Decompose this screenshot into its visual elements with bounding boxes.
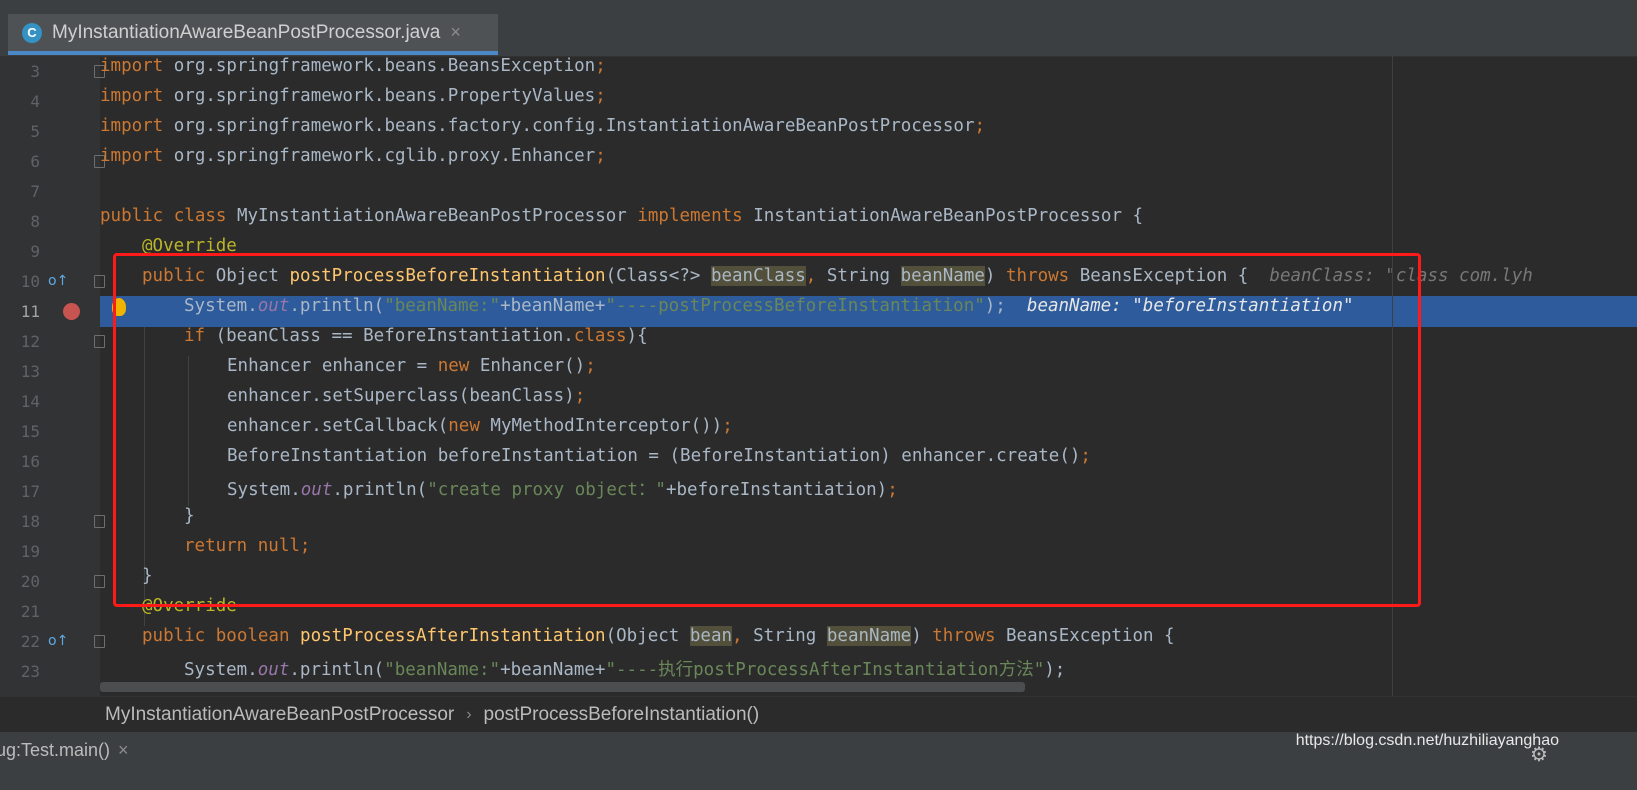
line-number: 21 bbox=[20, 602, 40, 621]
left-tool-strip bbox=[0, 56, 10, 721]
line-number: 5 bbox=[30, 122, 40, 141]
line-number: 22 bbox=[20, 632, 40, 651]
code-line-22: public boolean postProcessAfterInstantia… bbox=[142, 626, 1175, 646]
breadcrumb: MyInstantiationAwareBeanPostProcessor › … bbox=[0, 696, 1637, 733]
horizontal-scrollbar[interactable] bbox=[100, 682, 1025, 692]
line-number: 17 bbox=[20, 482, 40, 501]
code-line-6: import org.springframework.cglib.proxy.E… bbox=[100, 146, 606, 166]
line-number: 10 bbox=[20, 272, 40, 291]
line-number: 12 bbox=[20, 332, 40, 351]
java-class-icon: C bbox=[22, 22, 42, 43]
editor-gutter[interactable]: 3 4 5 6 7 8 9 10 11 12 13 14 15 16 17 18… bbox=[10, 56, 105, 721]
line-number: 20 bbox=[20, 572, 40, 591]
gear-icon[interactable]: ⚙ bbox=[1530, 742, 1548, 767]
debug-tool-window-bar: ug:Test.main() × https://blog.csdn.net/hu… bbox=[0, 732, 1637, 790]
override-method-icon[interactable]: o↑ bbox=[48, 633, 68, 649]
line-number: 18 bbox=[20, 512, 40, 531]
line-number: 7 bbox=[30, 182, 40, 201]
line-number: 4 bbox=[30, 92, 40, 111]
code-line-3: import org.springframework.beans.BeansEx… bbox=[100, 56, 606, 76]
debug-session-label: ug:Test.main() bbox=[0, 740, 111, 760]
line-number-current: 11 bbox=[20, 302, 40, 321]
line-number: 15 bbox=[20, 422, 40, 441]
line-number: 8 bbox=[30, 212, 40, 231]
code-line-5: import org.springframework.beans.factory… bbox=[100, 116, 986, 136]
override-method-icon[interactable]: o↑ bbox=[48, 273, 68, 289]
breadcrumb-method[interactable]: postProcessBeforeInstantiation() bbox=[484, 704, 760, 726]
watermark-text: https://blog.csdn.net/huzhiliayanghao bbox=[1295, 732, 1559, 749]
line-number: 13 bbox=[20, 362, 40, 381]
line-number: 9 bbox=[30, 242, 40, 261]
line-number: 19 bbox=[20, 542, 40, 561]
line-number: 14 bbox=[20, 392, 40, 411]
close-icon[interactable]: × bbox=[118, 740, 129, 760]
file-tab[interactable]: C MyInstantiationAwareBeanPostProcessor.… bbox=[8, 14, 498, 55]
breadcrumb-class[interactable]: MyInstantiationAwareBeanPostProcessor bbox=[105, 704, 454, 726]
line-number: 23 bbox=[20, 662, 40, 681]
debug-session-tab[interactable]: ug:Test.main() × bbox=[0, 740, 129, 761]
line-number: 6 bbox=[30, 152, 40, 171]
breadcrumb-separator: › bbox=[466, 706, 472, 723]
code-line-8: public class MyInstantiationAwareBeanPos… bbox=[100, 206, 1144, 226]
file-tab-label: MyInstantiationAwareBeanPostProcessor.ja… bbox=[52, 21, 441, 43]
editor-tab-bar: C MyInstantiationAwareBeanPostProcessor.… bbox=[0, 12, 1637, 57]
close-icon[interactable]: × bbox=[450, 22, 461, 43]
breakpoint-icon[interactable] bbox=[63, 303, 80, 320]
code-line-4: import org.springframework.beans.Propert… bbox=[100, 86, 606, 106]
main-toolbar bbox=[0, 0, 1637, 12]
annotation-highlight-box bbox=[113, 253, 1421, 607]
line-number: 16 bbox=[20, 452, 40, 471]
line-number: 3 bbox=[30, 62, 40, 81]
